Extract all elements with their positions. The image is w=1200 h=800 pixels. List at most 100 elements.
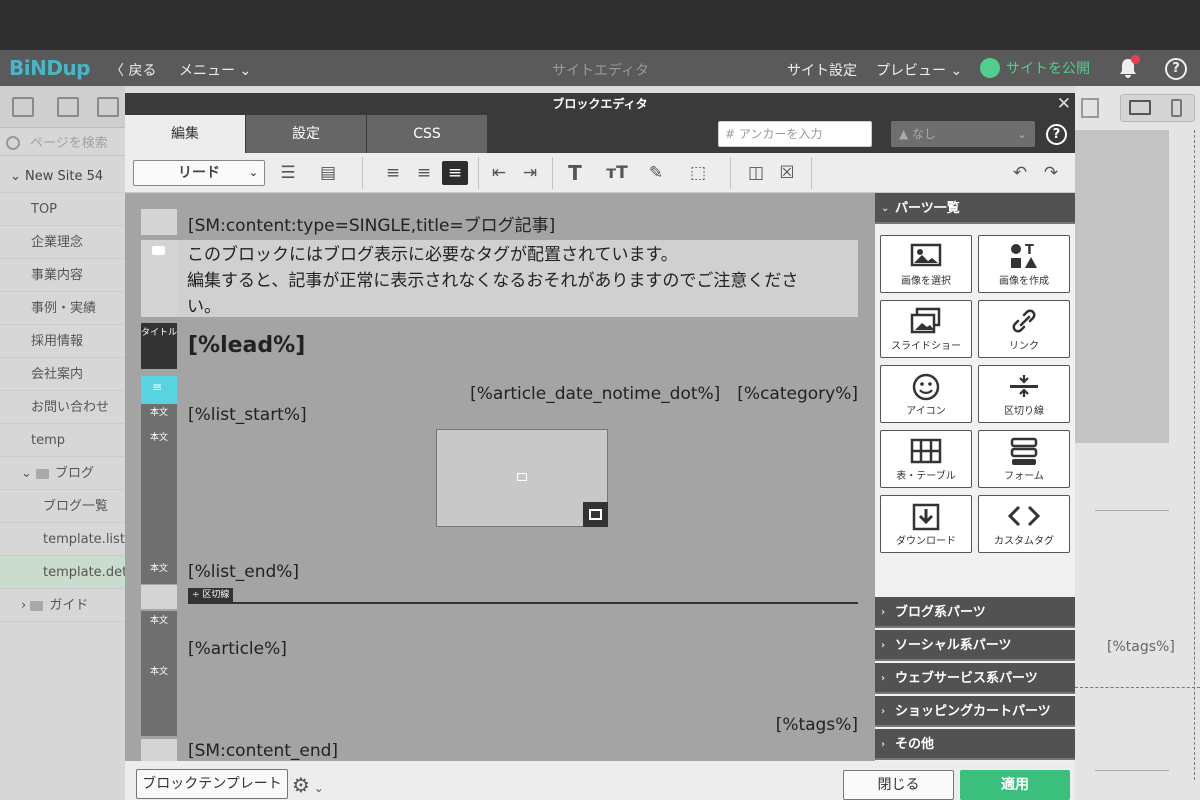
- gutter-label-body: 本文: [149, 564, 168, 574]
- close-icon[interactable]: ✕: [1057, 94, 1071, 114]
- sm-content-tag[interactable]: [SM:content:type=SINGLE,title=ブログ記事]: [188, 211, 555, 236]
- part-divider[interactable]: 区切り線: [978, 365, 1070, 423]
- gutter-label-body: 本文: [149, 408, 168, 418]
- block-content-area[interactable]: タイトル ≡ 本文 本文 本文 本文 本文 [SM:content:type=S…: [125, 193, 875, 761]
- align-right-icon[interactable]: ≡: [442, 161, 468, 185]
- publish-button[interactable]: サイトを公開: [980, 58, 1090, 78]
- sidebar-item-page[interactable]: 事業内容: [0, 259, 125, 292]
- sidebar-item-page[interactable]: TOP: [0, 193, 125, 226]
- block-template-button[interactable]: ブロックテンプレート: [136, 769, 288, 799]
- tab-edit[interactable]: 編集: [125, 115, 245, 153]
- parts-section-webservice[interactable]: › ウェブサービス系パーツ: [875, 663, 1075, 694]
- form-icon: [1010, 437, 1038, 465]
- sidebar-item-page[interactable]: 事例・実績: [0, 292, 125, 325]
- columns-icon[interactable]: ◫: [743, 161, 769, 185]
- anchor-select-icon: ▲: [899, 127, 913, 141]
- anchor-select[interactable]: ▲ なし ⌄: [891, 121, 1035, 147]
- add-page-icon[interactable]: [12, 97, 34, 117]
- sidebar-item-page[interactable]: temp: [0, 424, 125, 457]
- part-table[interactable]: 表・テーブル: [880, 430, 972, 488]
- help-button[interactable]: ?: [1165, 58, 1187, 80]
- part-form[interactable]: フォーム: [978, 430, 1070, 488]
- parts-section-blog[interactable]: › ブログ系パーツ: [875, 597, 1075, 628]
- redo-icon[interactable]: ↷: [1038, 161, 1064, 185]
- part-label: 区切り線: [1004, 406, 1044, 417]
- site-settings-button[interactable]: サイト設定: [787, 60, 857, 80]
- text-size-icon[interactable]: тT: [604, 161, 630, 185]
- toolbar-separator: [362, 157, 363, 189]
- sidebar-item-page[interactable]: 採用情報: [0, 325, 125, 358]
- numbered-list-icon[interactable]: ▤: [315, 161, 341, 185]
- sm-content-end-tag[interactable]: [SM:content_end]: [188, 741, 338, 761]
- back-button[interactable]: 〈 戻る: [110, 60, 156, 80]
- parts-header[interactable]: ⌄ パーツ一覧: [875, 193, 1075, 224]
- site-tree-root[interactable]: ⌄ New Site 54: [0, 160, 125, 193]
- align-left-icon[interactable]: ≡: [380, 161, 406, 185]
- sidebar-folder-blog[interactable]: ⌄ ブログ: [0, 457, 125, 490]
- format-toolbar: リード ⌄ ☰ ▤ ≡ ≡ ≡ ⇤ ⇥ T тT ✎ ⬚ ◫ ☒ ↶ ↷: [125, 153, 1075, 193]
- tab-settings[interactable]: 設定: [246, 115, 366, 153]
- page-icon[interactable]: [57, 97, 79, 117]
- device-toggle[interactable]: [1120, 94, 1195, 122]
- close-button[interactable]: 閉じる: [843, 770, 954, 800]
- part-create-image[interactable]: T 画像を作成: [978, 235, 1070, 293]
- sidebar-item-page[interactable]: お問い合わせ: [0, 391, 125, 424]
- gutter-block: [141, 739, 177, 761]
- font-size-icon[interactable]: T: [562, 161, 588, 185]
- parts-section-social[interactable]: › ソーシャル系パーツ: [875, 630, 1075, 661]
- lead-tag[interactable]: [%lead%]: [188, 333, 305, 358]
- part-slideshow[interactable]: スライドショー: [880, 300, 972, 358]
- indent-icon[interactable]: ⇥: [517, 161, 543, 185]
- align-center-icon[interactable]: ≡: [411, 161, 437, 185]
- list-end-tag[interactable]: [%list_end%]: [188, 562, 299, 582]
- notification-button[interactable]: [1117, 55, 1140, 83]
- chevron-down-icon: ⌄: [235, 63, 252, 79]
- sidebar-item-page[interactable]: ブログ一覧: [0, 490, 125, 523]
- article-tag[interactable]: [%article%]: [188, 639, 287, 659]
- gutter-label-body: 本文: [149, 667, 168, 677]
- image-select-button[interactable]: [583, 502, 608, 527]
- sidebar-item-page[interactable]: template.list: [0, 523, 125, 556]
- help-button[interactable]: ?: [1046, 124, 1067, 145]
- list-start-tag[interactable]: [%list_start%]: [188, 405, 307, 425]
- desktop-icon[interactable]: [1129, 100, 1151, 115]
- edit-page-icon[interactable]: [97, 97, 119, 117]
- tab-css[interactable]: CSS: [367, 115, 487, 153]
- divider-label-text: 区切線: [202, 590, 230, 600]
- article-meta-tag[interactable]: [%article_date_notime_dot%] [%category%]: [470, 379, 858, 404]
- gear-icon[interactable]: ⚙ ⌄: [292, 773, 324, 797]
- preview-button[interactable]: プレビュー ⌄: [876, 60, 962, 80]
- layout-icon[interactable]: [1081, 98, 1099, 118]
- text-style-select[interactable]: リード ⌄: [133, 160, 265, 186]
- color-picker-icon[interactable]: ✎: [643, 161, 669, 185]
- outdent-icon[interactable]: ⇤: [486, 161, 512, 185]
- clear-format-icon[interactable]: ☒: [774, 161, 800, 185]
- divider-label: ÷ 区切線: [188, 588, 234, 603]
- undo-icon[interactable]: ↶: [1007, 161, 1033, 185]
- apply-button[interactable]: 適用: [960, 770, 1070, 800]
- parts-section-shopping[interactable]: › ショッピングカートパーツ: [875, 696, 1075, 727]
- sidebar-item-page[interactable]: 会社案内: [0, 358, 125, 391]
- app-header: BiNDup 〈 戻る メニュー ⌄ サイトエディタ サイト設定 プレビュー ⌄…: [0, 50, 1200, 86]
- part-download[interactable]: ダウンロード: [880, 495, 972, 553]
- part-select-image[interactable]: 画像を選択: [880, 235, 972, 293]
- chevron-down-icon: ⌄: [881, 203, 890, 214]
- anchor-input[interactable]: # アンカーを入力: [718, 121, 872, 147]
- page-search-input[interactable]: ページを検索: [0, 132, 125, 156]
- menu-button[interactable]: メニュー ⌄: [179, 60, 251, 80]
- sidebar-item-page[interactable]: 企業理念: [0, 226, 125, 259]
- part-link[interactable]: リンク: [978, 300, 1070, 358]
- sidebar-item-page-active[interactable]: template.detail: [0, 556, 142, 589]
- gutter-label-body: 本文: [149, 433, 168, 443]
- part-custom-tag[interactable]: カスタムタグ: [978, 495, 1070, 553]
- parts-section-other[interactable]: › その他: [875, 729, 1075, 760]
- border-icon[interactable]: ⬚: [685, 161, 711, 185]
- bullet-list-icon[interactable]: ☰: [275, 161, 301, 185]
- part-icon[interactable]: アイコン: [880, 365, 972, 423]
- block-editor-modal: ブロックエディタ ✕ 編集 設定 CSS # アンカーを入力 ▲ なし ⌄ ? リ…: [125, 93, 1075, 800]
- download-icon: [912, 503, 940, 531]
- tags-tag[interactable]: [%tags%]: [776, 715, 858, 735]
- sidebar-folder-guide[interactable]: › ガイド: [0, 589, 125, 622]
- chevron-down-icon: ⌄: [10, 169, 26, 184]
- mobile-icon[interactable]: [1171, 99, 1182, 117]
